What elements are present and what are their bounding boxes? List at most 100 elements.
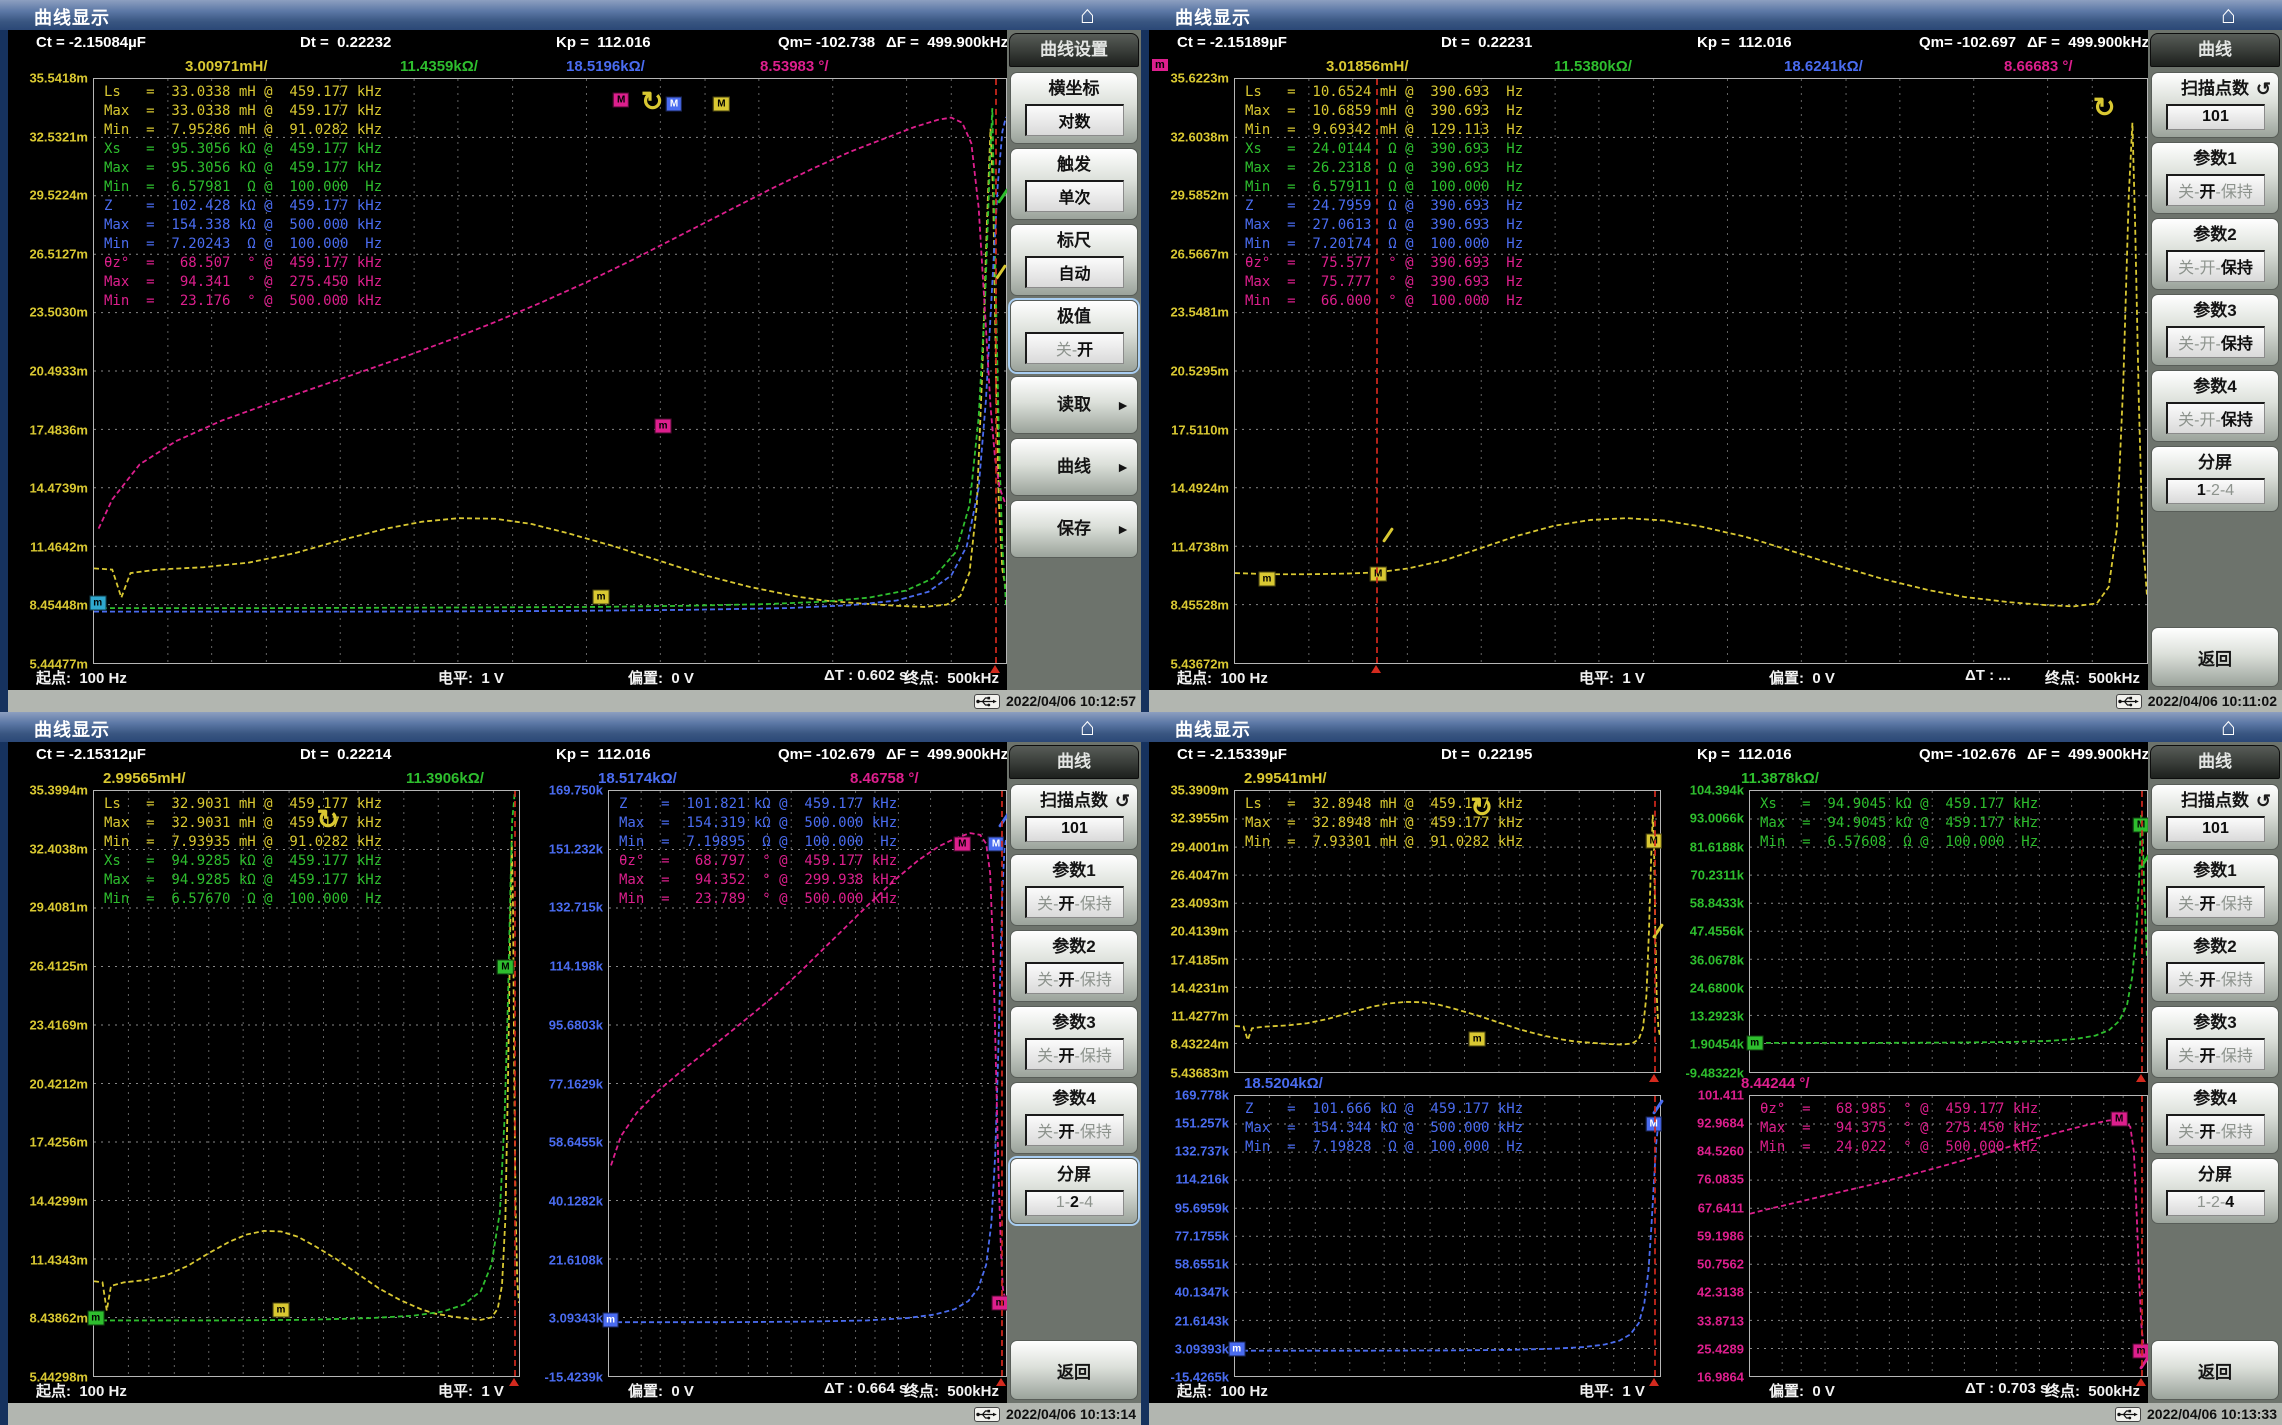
- button-value[interactable]: 关-开-保持: [2166, 886, 2265, 918]
- sidebar-button-read[interactable]: 读取►: [1010, 376, 1138, 434]
- sidebar-button-param3[interactable]: 参数3关-开-保持: [1010, 1006, 1138, 1078]
- sidebar-button-param3[interactable]: 参数3关-开-保持: [2151, 294, 2279, 366]
- sidebar-button-param2[interactable]: 参数2关-开-保持: [2151, 218, 2279, 290]
- button-label: 横坐标: [1014, 79, 1134, 99]
- marker-chip-M: M: [713, 96, 729, 111]
- button-value[interactable]: 关-开-保持: [2166, 326, 2265, 358]
- sidebar-button-param1[interactable]: 参数1 关-开-保持: [2151, 854, 2279, 926]
- cursor-line[interactable]: [1376, 79, 1378, 663]
- button-value[interactable]: 关-开-保持: [1025, 962, 1124, 994]
- sweep-info-label: 电平: 1 V: [1579, 667, 1645, 688]
- sidebar-button-param1[interactable]: 参数1 关-开-保持: [2151, 142, 2279, 214]
- button-value[interactable]: 关-开-保持: [2166, 174, 2265, 206]
- trace-scale-label: 8.66683 °/: [2004, 58, 2073, 75]
- home-icon[interactable]: ⌂: [1080, 0, 1095, 30]
- button-value[interactable]: 1-2-4: [2166, 478, 2265, 504]
- plot-zone: 2.99565mH/11.3906kΩ/35.3994m32.4038m29.4…: [8, 768, 1007, 1377]
- button-value[interactable]: 自动: [1025, 256, 1124, 288]
- sidebar-button-sweep-points[interactable]: 扫描点数↺101: [2151, 72, 2279, 138]
- value-option: 开: [1058, 1124, 1074, 1141]
- legend-row: Ls = 10.6524 mH @ 390.693 Hz: [1245, 83, 1523, 102]
- cursor-line[interactable]: [2141, 791, 2143, 1072]
- plot-legend: Ls = 32.9031 mH @ 459.177 kHzMax = 32.90…: [104, 795, 382, 909]
- button-value[interactable]: 关-开-保持: [2166, 250, 2265, 282]
- sidebar-button-param2[interactable]: 参数2关-开-保持: [1010, 930, 1138, 1002]
- button-value[interactable]: 关-开-保持: [1025, 886, 1124, 918]
- sidebar-button-sweep-points[interactable]: 扫描点数↺101: [1010, 784, 1138, 850]
- cursor-line[interactable]: [2141, 1096, 2143, 1377]
- usb-icon: [974, 694, 1000, 709]
- button-value[interactable]: 关-开-保持: [2166, 402, 2265, 434]
- marker-chip-m: m: [273, 1302, 290, 1317]
- sidebar-button-curve[interactable]: 曲线►: [1010, 438, 1138, 496]
- button-value[interactable]: 1-2-4: [1025, 1190, 1124, 1216]
- sidebar-button-param1[interactable]: 参数1关-开-保持: [1010, 854, 1138, 926]
- cursor-line[interactable]: [995, 79, 997, 663]
- button-value[interactable]: 101: [2166, 104, 2265, 130]
- button-value[interactable]: 101: [2166, 816, 2265, 842]
- button-value[interactable]: 关-开-保持: [1025, 1114, 1124, 1146]
- legend-row: Max = 32.9031 mH @ 459.177 kHz: [104, 814, 382, 833]
- cursor-line[interactable]: [1001, 791, 1003, 1376]
- marker-chip-M: M: [613, 93, 629, 108]
- button-value[interactable]: 关-开-保持: [2166, 1114, 2265, 1146]
- sidebar-button-param4[interactable]: 参数4关-开-保持: [2151, 370, 2279, 442]
- legend-row: Min = 6.57911 Ω @ 100.000 Hz: [1245, 178, 1523, 197]
- button-value[interactable]: 关-开-保持: [2166, 962, 2265, 994]
- sidebar-button-sweep-points[interactable]: 扫描点数↺101: [2151, 784, 2279, 850]
- cursor-line[interactable]: [1654, 1096, 1656, 1377]
- sidebar-button-back[interactable]: 返回: [1010, 1340, 1138, 1400]
- y-axis-label: 13.2923k: [1690, 1009, 1744, 1024]
- measurement-value: Qm= -102.679: [778, 746, 875, 763]
- button-label: 参数1: [2155, 861, 2275, 881]
- cursor-line[interactable]: [1654, 791, 1656, 1072]
- button-value[interactable]: 关-开: [1025, 332, 1124, 364]
- sidebar-button-param4[interactable]: 参数4关-开-保持: [2151, 1082, 2279, 1154]
- button-value[interactable]: 单次: [1025, 180, 1124, 212]
- sidebar-button-param2[interactable]: 参数2关-开-保持: [2151, 930, 2279, 1002]
- sidebar-button-back[interactable]: 返回: [2151, 1340, 2279, 1400]
- cursor-line[interactable]: [514, 791, 516, 1376]
- button-value[interactable]: 关-开-保持: [2166, 1038, 2265, 1070]
- y-axis-label: 23.5030m: [29, 305, 88, 320]
- trace-scale-label: 2.99541mH/: [1244, 770, 1327, 787]
- sidebar-button-x-axis-scale[interactable]: 横坐标对数: [1010, 72, 1138, 144]
- button-value[interactable]: 关-开-保持: [1025, 1038, 1124, 1070]
- sidebar-button-ruler[interactable]: 标尺自动: [1010, 224, 1138, 296]
- value-option: 关: [2178, 336, 2194, 353]
- display-area: Ct = -2.15189µFDt = 0.22231Kp = 112.016Q…: [1149, 30, 2148, 690]
- y-axis-label: 23.5481m: [1170, 305, 1229, 320]
- y-axis: 35.6223m32.6038m29.5852m26.5667m23.5481m…: [1149, 78, 1234, 664]
- page-title: 曲线显示: [1175, 716, 1251, 742]
- button-value[interactable]: 1-2-4: [2166, 1190, 2265, 1216]
- sidebar-button-back[interactable]: 返回: [2151, 627, 2279, 687]
- legend-row: Min = 23.789 ° @ 500.000 kHz: [619, 890, 897, 909]
- plot-legend: Ls = 33.0338 mH @ 459.177 kHzMax = 33.03…: [104, 83, 382, 311]
- button-label: 参数1: [2155, 149, 2275, 169]
- plot-area: Ls = 32.9031 mH @ 459.177 kHzMax = 32.90…: [93, 790, 520, 1377]
- home-icon[interactable]: ⌂: [1080, 712, 1095, 742]
- timestamp: 2022/04/06 10:11:02: [2148, 693, 2277, 709]
- sidebar-button-split-screen[interactable]: 分屏1-2-4: [1010, 1158, 1138, 1224]
- usb-icon: [2116, 694, 2142, 709]
- y-axis-label: 35.6223m: [1170, 71, 1229, 86]
- sidebar-button-extremum[interactable]: 极值关-开: [1010, 300, 1138, 372]
- sidebar-button-save[interactable]: 保存►: [1010, 500, 1138, 558]
- home-icon[interactable]: ⌂: [2221, 0, 2236, 30]
- sweep-info-label: 偏置: 0 V: [628, 667, 694, 688]
- home-icon[interactable]: ⌂: [2221, 712, 2236, 742]
- sidebar-button-trigger[interactable]: 触发单次: [1010, 148, 1138, 220]
- sidebar-button-split-screen[interactable]: 分屏1-2-4: [2151, 1158, 2279, 1224]
- plot-group: 3.00971mH/11.4359kΩ/18.5196kΩ/8.53983 °/…: [8, 56, 1007, 664]
- button-value[interactable]: 对数: [1025, 104, 1124, 136]
- y-axis-label: 40.1282k: [549, 1193, 603, 1208]
- sidebar-button-param4[interactable]: 参数4关-开-保持: [1010, 1082, 1138, 1154]
- trace-scale-label: 2.99565mH/: [103, 770, 186, 787]
- marker-chip-M: M: [2111, 1112, 2127, 1127]
- y-axis-label: 11.4343m: [30, 1252, 88, 1267]
- sidebar-button-param3[interactable]: 参数3关-开-保持: [2151, 1006, 2279, 1078]
- sidebar-button-split-screen[interactable]: 分屏1-2-4: [2151, 446, 2279, 512]
- button-value[interactable]: 101: [1025, 816, 1124, 842]
- legend-row: Min = 7.20243 Ω @ 100.000 Hz: [104, 235, 382, 254]
- status-bar: 2022/04/06 10:11:02: [1149, 690, 2282, 712]
